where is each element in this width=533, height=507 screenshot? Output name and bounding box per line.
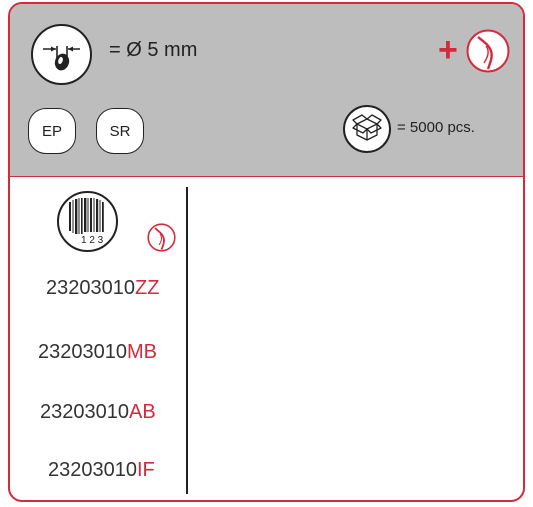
barcode-digits: 1 2 3 (81, 235, 104, 246)
ep-button[interactable]: EP (28, 108, 76, 154)
diameter-label: = Ø 5 mm (109, 39, 198, 61)
code-suffix: AB (128, 401, 156, 423)
box-icon (343, 105, 391, 153)
article-code-1: 23203010MB (38, 341, 157, 364)
code-prefix: 23203010 (38, 341, 127, 363)
red-bur-icon (466, 29, 510, 73)
code-prefix: 23203010 (40, 401, 129, 423)
sr-button[interactable]: SR (96, 108, 144, 154)
code-suffix: IF (136, 459, 155, 481)
code-suffix: ZZ (134, 277, 160, 299)
plus-sign: + (438, 31, 458, 69)
code-prefix: 23203010 (48, 459, 137, 481)
product-card: = Ø 5 mm + EP SR = 5000 pcs. 1 2 3 23203… (8, 2, 525, 502)
diameter-icon (31, 24, 92, 85)
header-panel: = Ø 5 mm + EP SR = 5000 pcs. (10, 4, 523, 177)
article-code-2: 23203010AB (40, 401, 156, 424)
article-code-0: 23203010ZZ (46, 277, 159, 300)
red-bur-icon-small (147, 223, 176, 252)
pack-quantity-label: = 5000 pcs. (397, 119, 475, 136)
code-prefix: 23203010 (46, 277, 135, 299)
article-code-3: 23203010IF (48, 459, 155, 482)
column-divider (186, 187, 188, 494)
code-suffix: MB (126, 341, 157, 363)
barcode-icon: 1 2 3 (57, 191, 118, 252)
